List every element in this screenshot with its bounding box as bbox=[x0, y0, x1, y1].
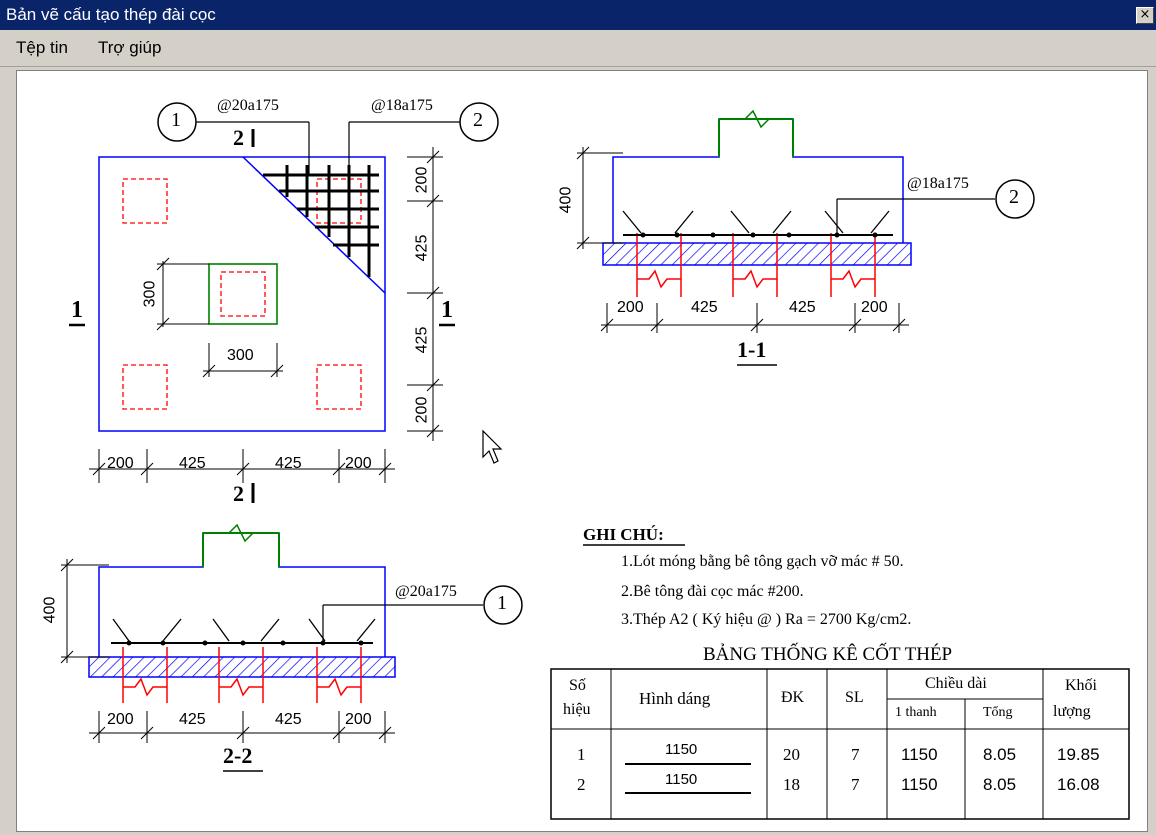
dimension-label: 425 bbox=[179, 455, 206, 472]
table-cell: 8.05 bbox=[983, 775, 1017, 794]
dimension-label: 200 bbox=[107, 455, 134, 472]
table-cell: 7 bbox=[851, 775, 860, 794]
section-caption: 1-1 bbox=[737, 337, 767, 362]
dimension-label: 400 bbox=[557, 186, 575, 214]
note-line: 2.Bê tông đài cọc mác #200. bbox=[621, 583, 804, 600]
table-cell: 1150 bbox=[665, 771, 698, 788]
window-title: Bản vẽ cấu tạo thép đài cọc bbox=[6, 5, 216, 24]
table-header: Chiều dài bbox=[925, 675, 987, 692]
dimension-label: 425 bbox=[275, 711, 302, 728]
dimension-label: 300 bbox=[141, 280, 159, 308]
dimension-label: 200 bbox=[413, 396, 431, 424]
dimension-label: 200 bbox=[861, 299, 888, 316]
close-button[interactable]: × bbox=[1136, 7, 1154, 24]
dimension-label: 425 bbox=[413, 234, 431, 262]
mouse-cursor bbox=[482, 429, 503, 464]
table-cell: 7 bbox=[851, 745, 860, 764]
note-line: 3.Thép A2 ( Ký hiệu @ ) Ra = 2700 Kg/cm2… bbox=[621, 611, 912, 628]
title-bar: Bản vẽ cấu tạo thép đài cọc × bbox=[0, 0, 1156, 30]
table-header: ĐK bbox=[781, 689, 805, 706]
section-mark: 1 bbox=[441, 297, 453, 323]
rebar-table bbox=[550, 668, 1130, 820]
table-header: SL bbox=[845, 689, 864, 706]
dimension-label: 425 bbox=[691, 299, 718, 316]
dimension-label: 200 bbox=[345, 711, 372, 728]
notes-heading: GHI CHÚ: bbox=[583, 525, 664, 544]
rebar-label: @20a175 bbox=[395, 583, 457, 600]
callout-number: 1 bbox=[171, 109, 181, 131]
dimension-label: 200 bbox=[345, 455, 372, 472]
rebar-label: @18a175 bbox=[907, 175, 969, 192]
table-header: lượng bbox=[1053, 703, 1091, 720]
dimension-label: 425 bbox=[789, 299, 816, 316]
dimension-label: 200 bbox=[107, 711, 134, 728]
menu-file[interactable]: Tệp tin bbox=[16, 38, 68, 58]
pile-square bbox=[316, 364, 362, 410]
note-line: 1.Lót móng bằng bê tông gạch vỡ mác # 50… bbox=[621, 553, 904, 570]
dimension-label: 400 bbox=[41, 596, 59, 624]
table-cell: 1 bbox=[577, 745, 586, 764]
table-cell: 18 bbox=[783, 775, 800, 794]
section-1-1 bbox=[576, 109, 1035, 366]
dimension-label: 425 bbox=[275, 455, 302, 472]
menu-bar: Tệp tin Trợ giúp bbox=[0, 30, 1156, 67]
plan-view bbox=[69, 102, 499, 503]
table-cell: 19.85 bbox=[1057, 745, 1100, 764]
table-cell: 1150 bbox=[665, 741, 698, 758]
table-cell: 20 bbox=[783, 745, 800, 764]
pile-square bbox=[122, 178, 168, 224]
table-cell: 1150 bbox=[901, 745, 938, 764]
section-mark: 1 bbox=[71, 297, 83, 323]
dimension-label: 425 bbox=[179, 711, 206, 728]
section-mark: 2 bbox=[233, 125, 244, 150]
table-header: Số bbox=[569, 677, 586, 694]
callout-number: 2 bbox=[473, 109, 483, 131]
dimension-label: 300 bbox=[227, 347, 254, 364]
pile-square bbox=[122, 364, 168, 410]
menu-help[interactable]: Trợ giúp bbox=[98, 38, 161, 58]
table-cell: 8.05 bbox=[983, 745, 1017, 764]
table-header: Tổng bbox=[983, 705, 1013, 720]
section-caption: 2-2 bbox=[223, 743, 253, 768]
rebar-mesh bbox=[263, 165, 379, 277]
table-cell: 2 bbox=[577, 775, 586, 794]
section-2-2 bbox=[60, 523, 523, 772]
drawing-canvas[interactable]: 1 @20a175 2 @18a175 2 2 1 1 200 425 425 … bbox=[16, 70, 1148, 832]
dimension-label: 200 bbox=[413, 166, 431, 194]
table-header: hiệu bbox=[563, 701, 591, 718]
callout-number: 1 bbox=[497, 592, 507, 614]
table-title: BẢNG THỐNG KÊ CỐT THÉP bbox=[703, 644, 953, 665]
table-cell: 1150 bbox=[901, 775, 938, 794]
table-header: Hình dáng bbox=[639, 689, 711, 708]
dimension-label: 200 bbox=[617, 299, 644, 316]
pile-square bbox=[220, 271, 266, 317]
callout-number: 2 bbox=[1009, 186, 1019, 208]
rebar-label: @18a175 bbox=[371, 97, 433, 114]
column-outline bbox=[208, 263, 278, 325]
table-header: Khối bbox=[1065, 677, 1097, 694]
dimension-label: 425 bbox=[413, 326, 431, 354]
pile-square bbox=[316, 178, 362, 224]
table-cell: 16.08 bbox=[1057, 775, 1100, 794]
table-header: 1 thanh bbox=[895, 705, 937, 720]
rebar-label: @20a175 bbox=[217, 97, 279, 114]
section-mark: 2 bbox=[233, 481, 244, 506]
